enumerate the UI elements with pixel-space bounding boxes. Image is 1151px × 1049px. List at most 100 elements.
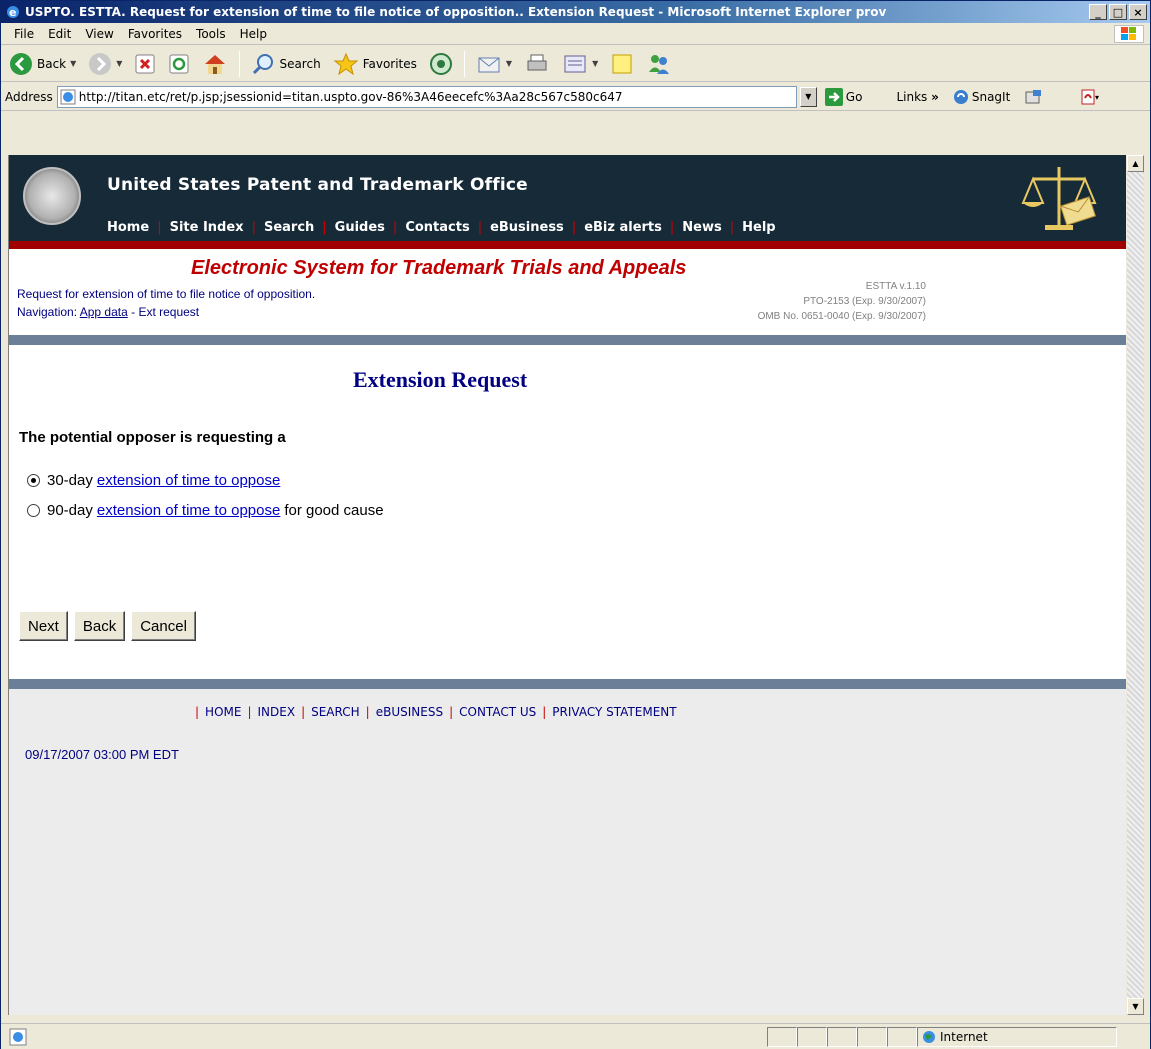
mail-button[interactable]: ▼ — [472, 49, 516, 79]
close-button[interactable]: × — [1129, 4, 1147, 20]
page-icon — [60, 89, 76, 104]
nav-news[interactable]: News — [682, 220, 721, 235]
browser-window: e USPTO. ESTTA. Request for extension of… — [0, 0, 1151, 1049]
maximize-button[interactable]: □ — [1109, 4, 1127, 20]
stop-button[interactable] — [130, 49, 160, 79]
snagit-capture-icon[interactable] — [1024, 89, 1042, 105]
search-label: Search — [279, 56, 321, 71]
edit-button[interactable]: ▼ — [558, 49, 602, 79]
scroll-down-icon[interactable]: ▼ — [1127, 998, 1144, 1015]
radio-90-day[interactable] — [27, 504, 40, 517]
app-data-link[interactable]: App data — [80, 305, 128, 319]
toolbar-separator — [239, 50, 241, 77]
address-bar: Address http://titan.etc/ret/p.jsp;jsess… — [1, 83, 1150, 111]
minimize-button[interactable]: _ — [1089, 4, 1107, 20]
print-button[interactable] — [520, 49, 554, 79]
favorites-button[interactable]: Favorites — [329, 49, 421, 79]
go-arrow-icon — [824, 87, 843, 106]
media-button[interactable] — [425, 49, 457, 79]
home-button[interactable] — [198, 49, 232, 79]
frame-border — [1, 155, 9, 1015]
uspto-header: United States Patent and Trademark Offic… — [9, 155, 1126, 241]
nav-separator: | — [157, 220, 162, 235]
footer-index-link[interactable]: INDEX — [258, 705, 296, 719]
messenger-button[interactable] — [642, 49, 676, 79]
toolbar: Back ▼ ▼ Search Favorites ▼ ▼ — [1, 46, 1150, 82]
menu-favorites[interactable]: Favorites — [121, 25, 189, 43]
svg-text:▾: ▾ — [1095, 93, 1099, 102]
extension-link-90-day[interactable]: extension of time to oppose — [97, 502, 280, 519]
forward-dropdown-icon[interactable]: ▼ — [116, 59, 122, 68]
nav-separator: | — [392, 220, 398, 235]
estta-meta: ESTTA v.1.10 PTO-2153 (Exp. 9/30/2007) O… — [758, 279, 926, 324]
status-cell — [827, 1026, 857, 1047]
footer-privacy-link[interactable]: PRIVACY STATEMENT — [552, 705, 676, 719]
mail-dropdown-icon[interactable]: ▼ — [506, 59, 512, 68]
edit-icon — [564, 55, 586, 72]
status-cell — [887, 1026, 917, 1047]
snagit-button[interactable]: SnagIt — [953, 89, 1010, 105]
edit-dropdown-icon[interactable]: ▼ — [592, 59, 598, 68]
footer-separator: | — [449, 705, 454, 719]
zone-label: Internet — [940, 1029, 988, 1044]
footer-contact-link[interactable]: CONTACT US — [459, 705, 536, 719]
internet-globe-icon — [923, 1030, 935, 1043]
footer-separator: | — [542, 705, 547, 719]
forward-button[interactable]: ▼ — [84, 49, 126, 79]
nav-contacts[interactable]: Contacts — [405, 220, 469, 235]
address-dropdown-icon[interactable]: ▼ — [799, 86, 817, 107]
pdf-icon[interactable]: ▾ — [1080, 88, 1102, 106]
address-input[interactable]: http://titan.etc/ret/p.jsp;jsessionid=ti… — [56, 85, 797, 108]
footer-separator: | — [195, 705, 200, 719]
nav-separator: | — [729, 220, 735, 235]
radio-30-day[interactable] — [27, 474, 40, 487]
nav-search[interactable]: Search — [264, 220, 314, 235]
menu-tools[interactable]: Tools — [189, 25, 233, 43]
svg-text:e: e — [9, 6, 16, 19]
menu-bar: File Edit View Favorites Tools Help — [1, 23, 1150, 45]
menu-file[interactable]: File — [7, 25, 41, 43]
extension-link-30-day[interactable]: extension of time to oppose — [97, 472, 280, 489]
form-buttons: Next Back Cancel — [19, 611, 196, 641]
forward-arrow-icon — [89, 52, 112, 75]
footer-search-link[interactable]: SEARCH — [311, 705, 360, 719]
favorites-star-icon — [333, 52, 359, 75]
back-dropdown-icon[interactable]: ▼ — [70, 59, 76, 68]
security-zone: Internet — [917, 1026, 1117, 1047]
discuss-button[interactable] — [606, 49, 638, 79]
nav-ebiz-alerts[interactable]: eBiz alerts — [584, 220, 662, 235]
go-button[interactable]: Go — [824, 87, 862, 106]
refresh-icon — [169, 54, 189, 73]
links-button[interactable]: Links » — [896, 90, 938, 104]
menu-edit[interactable]: Edit — [41, 25, 78, 43]
nav-home[interactable]: Home — [107, 220, 149, 235]
next-button[interactable]: Next — [19, 611, 68, 641]
back-button[interactable]: Back ▼ — [5, 49, 80, 79]
back-form-button[interactable]: Back — [73, 611, 126, 641]
menu-help[interactable]: Help — [233, 25, 274, 43]
uspto-title: United States Patent and Trademark Offic… — [107, 175, 528, 195]
footer-ebusiness-link[interactable]: eBUSINESS — [376, 705, 443, 719]
back-arrow-icon — [10, 52, 32, 75]
menu-view[interactable]: View — [78, 25, 120, 43]
nav-ebusiness[interactable]: eBusiness — [490, 220, 564, 235]
estta-header: Electronic System for Trademark Trials a… — [9, 249, 1126, 331]
request-prompt: The potential opposer is requesting a — [19, 429, 286, 446]
footer-home-link[interactable]: HOME — [205, 705, 241, 719]
cancel-button[interactable]: Cancel — [131, 611, 196, 641]
radio-selected-dot — [31, 478, 36, 483]
nav-site-index[interactable]: Site Index — [170, 220, 244, 235]
nav-guides[interactable]: Guides — [335, 220, 385, 235]
vertical-scrollbar[interactable]: ▲ ▼ — [1127, 155, 1144, 1015]
option-prefix: 30-day — [47, 472, 93, 489]
scroll-up-icon[interactable]: ▲ — [1127, 155, 1144, 172]
nav-separator: | — [251, 220, 256, 235]
chevron-right-icon: » — [931, 89, 939, 104]
estta-version: ESTTA v.1.10 — [865, 281, 926, 292]
refresh-button[interactable] — [164, 49, 194, 79]
search-button[interactable]: Search — [247, 49, 324, 79]
status-cell — [767, 1026, 797, 1047]
header-red-bar — [9, 241, 1126, 249]
nav-help[interactable]: Help — [742, 220, 775, 235]
note-icon — [612, 54, 632, 73]
